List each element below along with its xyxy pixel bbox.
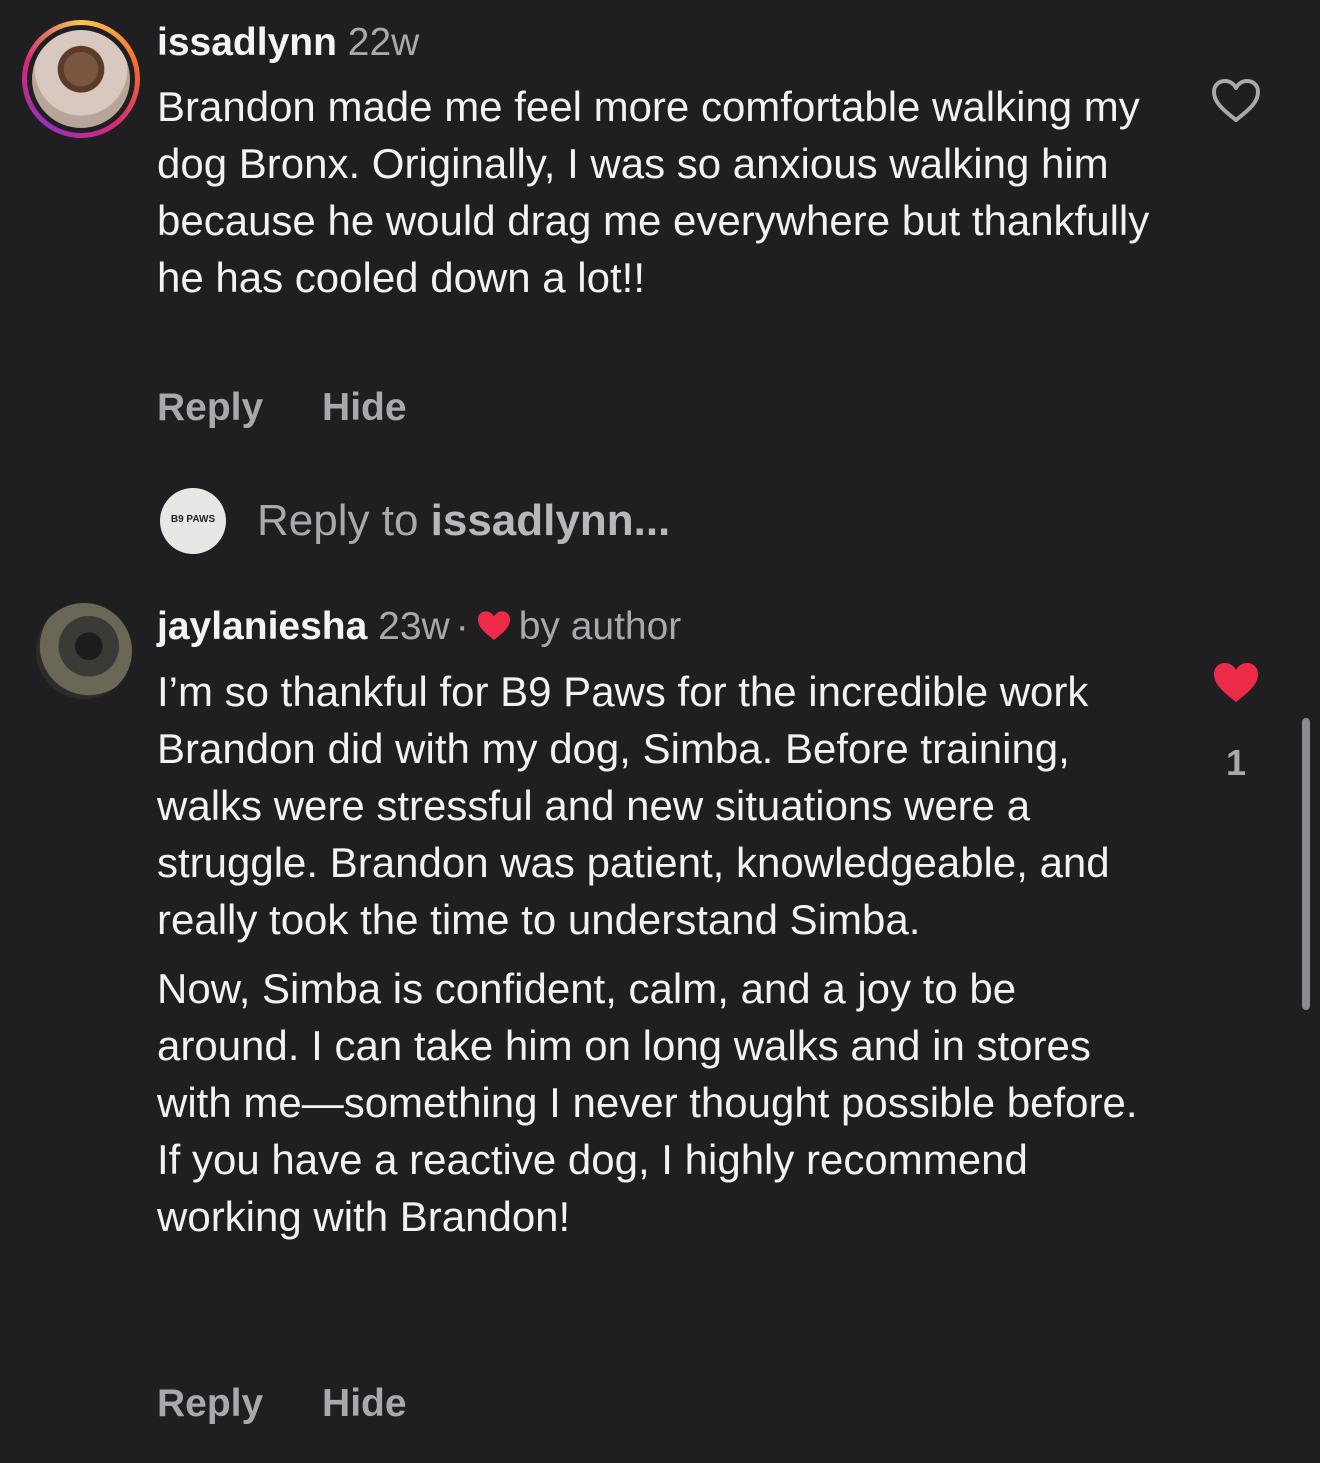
reply-button[interactable]: Reply bbox=[157, 1382, 263, 1425]
reply-button[interactable]: Reply bbox=[157, 386, 263, 429]
comment-actions: Reply Hide bbox=[157, 1382, 455, 1426]
comment-header: jaylaniesha 23w · by author bbox=[157, 603, 681, 651]
comment-paragraph: Now, Simba is confident, calm, and a joy… bbox=[157, 965, 1138, 1240]
username[interactable]: issadlynn bbox=[157, 21, 337, 64]
account-logo: B9 PAWS bbox=[160, 488, 226, 554]
avatar[interactable] bbox=[36, 603, 132, 699]
by-author-badge: by author bbox=[518, 605, 682, 648]
scrollbar[interactable] bbox=[1302, 718, 1310, 1010]
hide-button[interactable]: Hide bbox=[322, 1382, 407, 1425]
comment-text: Brandon made me feel more comfortable wa… bbox=[157, 78, 1167, 306]
comment-paragraph: I’m so thankful for B9 Paws for the incr… bbox=[157, 668, 1110, 943]
hide-button[interactable]: Hide bbox=[322, 386, 407, 429]
liked-by-author-heart-icon bbox=[477, 611, 510, 640]
heart-filled-icon[interactable] bbox=[1210, 660, 1262, 706]
separator-dot: · bbox=[455, 605, 469, 648]
comment-time: 22w bbox=[347, 21, 420, 64]
heart-outline-icon[interactable] bbox=[1210, 78, 1262, 124]
comment-time: 23w bbox=[378, 605, 450, 648]
comment-actions: Reply Hide bbox=[157, 386, 455, 430]
username[interactable]: jaylaniesha bbox=[157, 605, 367, 648]
reply-target-username: issadlynn... bbox=[430, 496, 671, 545]
comment-text: I’m so thankful for B9 Paws for the incr… bbox=[157, 663, 1167, 1245]
reply-prompt-label: Reply to issadlynn... bbox=[257, 496, 671, 545]
avatar[interactable] bbox=[22, 20, 140, 138]
comment-paragraph: Brandon made me feel more comfortable wa… bbox=[157, 83, 1150, 301]
like-count: 1 bbox=[1225, 742, 1247, 783]
comment-header: issadlynn 22w bbox=[157, 19, 419, 67]
